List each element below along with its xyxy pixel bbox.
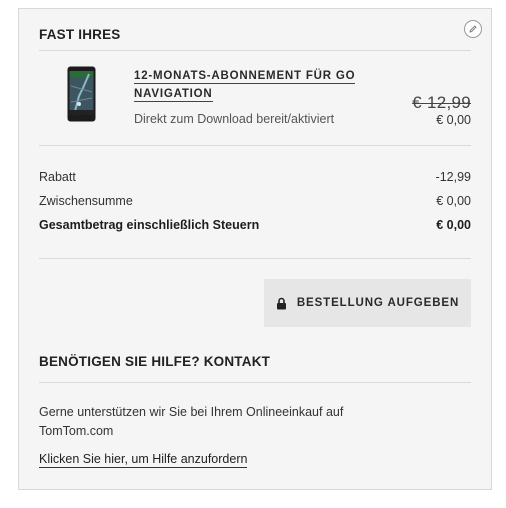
- new-price: € 0,00: [436, 113, 471, 127]
- summary-value: € 0,00: [436, 194, 471, 208]
- summary-row-total: Gesamtbetrag einschließlich Steuern € 0,…: [39, 218, 471, 232]
- summary-label: Gesamtbetrag einschließlich Steuern: [39, 218, 260, 232]
- help-text: Gerne unterstützen wir Sie bei Ihrem Onl…: [39, 405, 344, 438]
- place-order-button[interactable]: BESTELLUNG AUFGEBEN: [264, 279, 471, 327]
- summary-label: Rabatt: [39, 170, 76, 184]
- edit-cart-button[interactable]: [464, 20, 482, 38]
- divider: [39, 258, 471, 259]
- place-order-label: BESTELLUNG AUFGEBEN: [296, 297, 460, 309]
- product-name-link[interactable]: 12-MONATS-ABONNEMENT FÜR GO NAVIGATION: [134, 67, 374, 103]
- summary-value: € 0,00: [436, 218, 471, 232]
- summary-row-subtotal: Zwischensumme € 0,00: [39, 194, 471, 208]
- lock-icon: [276, 297, 286, 309]
- help-title: BENÖTIGEN SIE HILFE? KONTAKT: [39, 354, 271, 369]
- divider: [39, 145, 471, 146]
- help-link[interactable]: Klicken Sie hier, um Hilfe anzufordern: [39, 452, 248, 468]
- divider: [39, 50, 471, 51]
- product-image: [67, 66, 96, 122]
- order-summary-content: FAST IHRES 12-MONATS-ABONNEMENT FÜR GO N…: [39, 9, 482, 489]
- product-name: 12-MONATS-ABONNEMENT FÜR GO NAVIGATION: [134, 70, 356, 102]
- summary-label: Zwischensumme: [39, 194, 133, 208]
- old-price: € 12,99: [412, 93, 471, 112]
- cart-title: FAST IHRES: [39, 27, 121, 42]
- summary-row-discount: Rabatt -12,99: [39, 170, 471, 184]
- summary-value: -12,99: [435, 170, 471, 184]
- product-subtitle: Direkt zum Download bereit/aktiviert: [134, 112, 335, 126]
- order-summary-panel: FAST IHRES 12-MONATS-ABONNEMENT FÜR GO N…: [18, 8, 492, 490]
- divider: [39, 382, 471, 383]
- pencil-icon: [469, 25, 477, 33]
